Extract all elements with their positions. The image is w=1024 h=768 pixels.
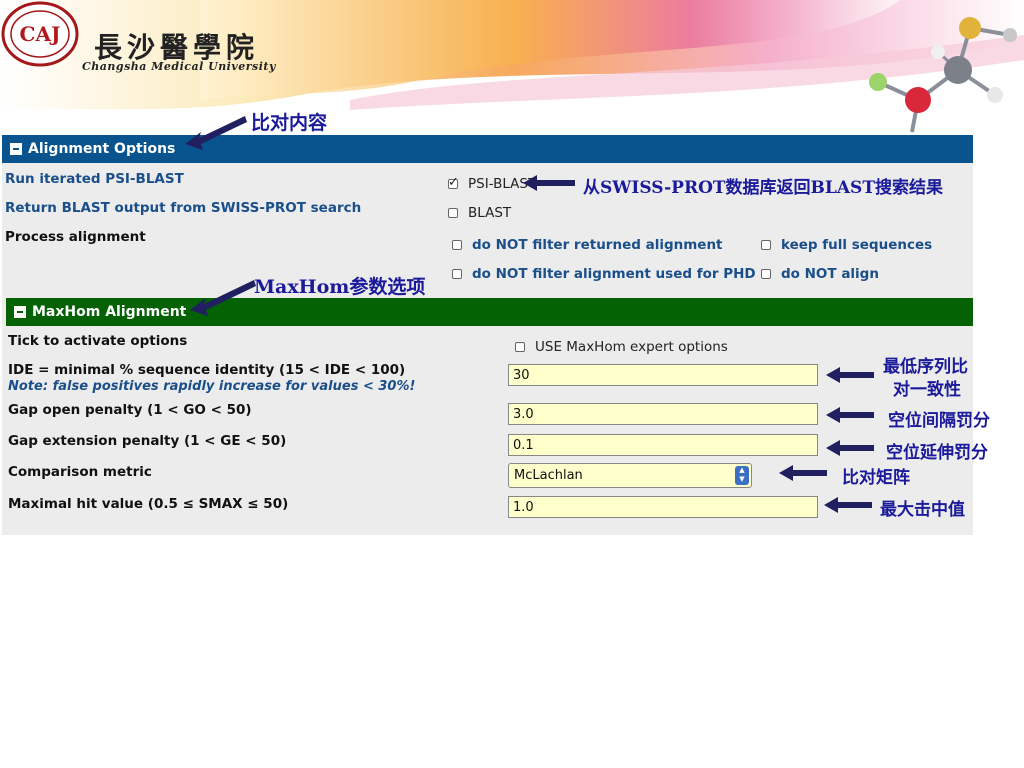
checkbox-icon[interactable]: [515, 342, 525, 352]
gap-open-label: Gap open penalty (1 < GO < 50): [8, 402, 252, 418]
gap-open-input[interactable]: 3.0: [508, 403, 818, 425]
ide-input[interactable]: 30: [508, 364, 818, 386]
annotation-metric: 比对矩阵: [842, 468, 910, 488]
blast-checkbox[interactable]: BLAST: [448, 205, 511, 221]
checkbox-icon[interactable]: [452, 240, 462, 250]
smax-label: Maximal hit value (0.5 ≤ SMAX ≤ 50): [8, 496, 289, 512]
comparison-metric-label: Comparison metric: [8, 464, 152, 480]
alignment-options-title: Alignment Options: [28, 141, 176, 157]
arrow-icon: [826, 440, 874, 456]
smax-input[interactable]: 1.0: [508, 496, 818, 518]
collapse-icon[interactable]: [10, 143, 22, 155]
checkbox-icon[interactable]: [448, 208, 458, 218]
arrow-icon: [826, 367, 874, 383]
annotation-gap-extension: 空位延伸罚分: [886, 443, 988, 463]
university-logo: CAJ: [1, 1, 79, 67]
no-align-checkbox[interactable]: do NOT align: [761, 266, 879, 282]
keep-full-sequences-checkbox[interactable]: keep full sequences: [761, 237, 932, 253]
annotation-maxhom-params: MaxHom参数选项: [254, 276, 426, 298]
checkbox-icon[interactable]: [452, 269, 462, 279]
annotation-ide-line2: 对一致性: [893, 380, 961, 400]
gap-extension-input[interactable]: 0.1: [508, 434, 818, 456]
checkbox-checked-icon[interactable]: [448, 175, 459, 190]
checkbox-icon[interactable]: [761, 240, 771, 250]
collapse-icon[interactable]: [14, 306, 26, 318]
no-filter-returned-checkbox[interactable]: do NOT filter returned alignment: [452, 237, 723, 253]
arrow-icon: [826, 407, 874, 423]
maxhom-alignment-title: MaxHom Alignment: [32, 304, 187, 320]
annotation-content: 比对内容: [251, 112, 328, 134]
arrow-icon: [185, 116, 247, 150]
checkbox-icon[interactable]: [761, 269, 771, 279]
ide-note: Note: false positives rapidly increase f…: [8, 379, 416, 394]
annotation-ide-line1: 最低序列比: [883, 357, 968, 377]
process-alignment-label: Process alignment: [5, 229, 146, 245]
university-name-en: Changsha Medical University: [82, 60, 276, 73]
maxhom-alignment-header[interactable]: MaxHom Alignment: [6, 298, 973, 326]
arrow-icon: [190, 280, 256, 316]
ide-label: IDE = minimal % sequence identity (15 < …: [8, 362, 406, 378]
select-arrows-icon[interactable]: ▲ ▼: [735, 466, 749, 485]
return-blast-label: Return BLAST output from SWISS-PROT sear…: [5, 200, 362, 216]
arrow-icon: [824, 497, 872, 513]
run-psi-blast-label: Run iterated PSI-BLAST: [5, 171, 184, 187]
gap-extension-label: Gap extension penalty (1 < GE < 50): [8, 433, 287, 449]
tick-activate-label: Tick to activate options: [8, 333, 188, 349]
header-banner: CAJ 長沙醫學院 Changsha Medical University: [0, 0, 1024, 135]
maxhom-expert-checkbox[interactable]: USE MaxHom expert options: [515, 339, 728, 355]
arrow-icon: [523, 175, 575, 191]
annotation-gap-open: 空位间隔罚分: [888, 411, 990, 431]
annotation-swissprot: 从SWISS-PROT数据库返回BLAST搜索结果: [583, 178, 943, 198]
comparison-metric-select[interactable]: McLachlan ▲ ▼: [508, 463, 752, 488]
annotation-smax: 最大击中值: [880, 500, 965, 520]
svg-text:CAJ: CAJ: [20, 22, 61, 46]
no-filter-phd-checkbox[interactable]: do NOT filter alignment used for PHD: [452, 266, 756, 282]
arrow-icon: [779, 465, 827, 481]
alignment-options-header[interactable]: Alignment Options: [2, 135, 973, 163]
